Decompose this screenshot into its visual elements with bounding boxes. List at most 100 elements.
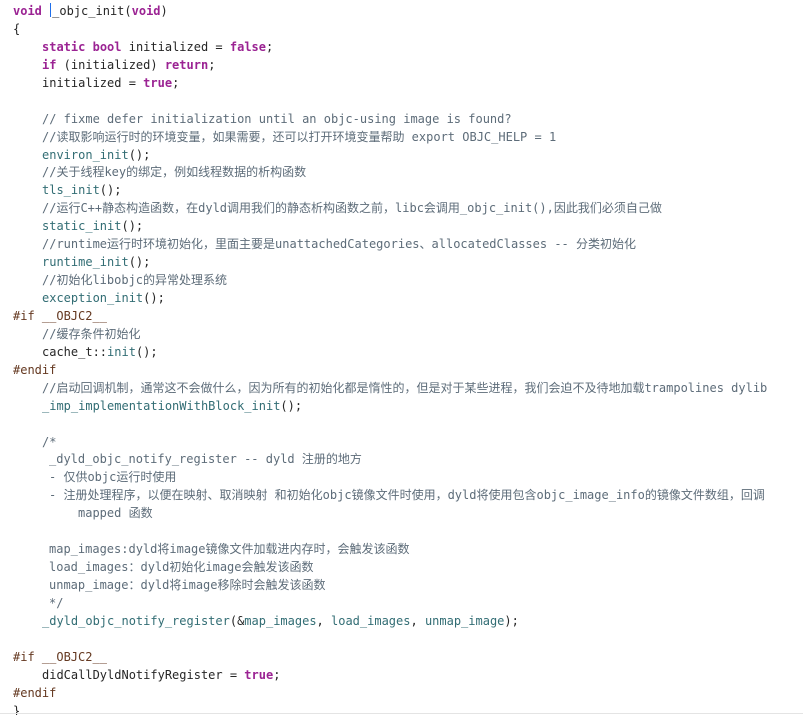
code-token-keyword: void [13,4,42,18]
editor-bottom-divider [0,713,803,714]
code-token-comment: - 仅供objc运行时使用 [49,470,177,485]
code-line[interactable]: // fixme defer initialization until an o… [13,111,798,129]
code-token-comment: */ [49,595,64,610]
code-token-keyword: return [164,57,209,72]
code-token-preproc: #endif [13,685,57,700]
code-token-keyword: true [244,667,274,682]
code-token-comment: map_images:dyld将image镜像文件加载进内存时，会触发该函数 [49,542,410,557]
code-token-func: unmap_image [424,613,505,628]
code-line[interactable]: - 仅供objc运行时使用 [13,469,798,487]
code-token-keyword: void [131,4,161,18]
code-line[interactable]: //运行C++静态构造函数，在dyld调用我们的静态析构函数之前，libc会调用… [13,200,798,218]
code-line[interactable]: load_images：dyld初始化image会触发该函数 [13,559,798,577]
code-line[interactable]: _dyld_objc_notify_register(&map_images, … [13,613,798,631]
code-line[interactable]: _imp_implementationWithBlock_init(); [13,398,798,416]
code-token-comment: //关于线程key的绑定，例如线程数据的析构函数 [42,165,307,180]
code-token-plain: { [13,21,21,36]
code-token-comment: load_images：dyld初始化image会触发该函数 [49,560,314,575]
code-line[interactable]: environ_init(); [13,147,798,165]
code-token-plain: (initialized) [56,57,165,72]
code-line[interactable] [13,523,798,541]
code-token-plain: (); [99,183,122,198]
code-line[interactable]: //初始化libobjc的异常处理系统 [13,272,798,290]
code-token-func: static_init [42,219,122,234]
code-token-plain: (); [128,147,151,162]
code-line[interactable]: if (initialized) return; [13,57,798,75]
code-token-plain: _objc_init [52,4,125,18]
code-token-plain: (); [143,291,165,305]
code-token-func: runtime_init [42,255,129,270]
code-editor[interactable]: void _objc_init(void){static bool initia… [0,0,803,715]
code-line[interactable]: exception_init(); [13,290,798,308]
code-line[interactable]: initialized = true; [13,75,798,93]
code-token-keyword: false [229,39,266,54]
code-token-func: init [107,344,136,359]
code-line[interactable]: unmap_image：dyld将image移除时会触发该函数 [13,577,798,595]
code-line[interactable]: /* [13,434,798,452]
code-line[interactable]: //缓存条件初始化 [13,326,798,344]
code-token-plain: ); [504,613,519,628]
code-line[interactable]: //关于线程key的绑定，例如线程数据的析构函数 [13,164,798,182]
code-token-func: tls_init [42,183,100,198]
code-token-plain: ) [160,4,168,18]
code-line[interactable]: #endif [13,685,798,703]
code-line[interactable]: #if __OBJC2__ [13,649,798,667]
code-token-plain: ; [266,39,274,54]
code-line[interactable]: #endif [13,362,798,380]
code-line[interactable]: //启动回调机制，通常这不会做什么，因为所有的初始化都是惰性的，但是对于某些进程… [13,380,798,398]
code-token-plain: (); [121,219,144,234]
code-token-keyword: static [42,39,86,54]
code-line[interactable]: _dyld_objc_notify_register -- dyld 注册的地方 [13,451,798,469]
code-token-comment: - 注册处理程序，以便在映射、取消映射 和初始化objc镜像文件时使用，dyld… [49,488,765,503]
code-token-plain: (); [135,344,158,359]
code-line[interactable]: map_images:dyld将image镜像文件加载进内存时，会触发该函数 [13,541,798,559]
code-token-plain: didCallDyldNotifyRegister = [42,667,245,682]
code-line[interactable]: */ [13,595,798,613]
code-token-comment: unmap_image：dyld将image移除时会触发该函数 [49,578,326,592]
code-token-plain: , [410,613,425,628]
code-line[interactable] [13,93,798,111]
code-line[interactable]: { [13,21,798,39]
code-token-keyword: if [42,57,57,72]
code-line[interactable]: static_init(); [13,218,798,236]
code-token-preproc: #endif [13,362,57,377]
code-token-comment: //缓存条件初始化 [42,326,141,341]
code-line[interactable] [13,416,798,434]
code-line[interactable]: //runtime运行时环境初始化，里面主要是unattachedCategor… [13,236,798,254]
code-line[interactable] [13,631,798,649]
code-line[interactable]: cache_t::init(); [13,344,798,362]
code-token-keyword: true [143,75,173,90]
code-token-comment: //运行C++静态构造函数，在dyld调用我们的静态析构函数之前，libc会调用… [42,201,662,216]
code-token-plain: ( [124,4,132,18]
code-token-func: _dyld_objc_notify_register [42,613,230,628]
code-token-plain: initialized = [42,75,144,90]
code-token-func: load_images [331,613,411,628]
code-token-plain: :: [92,344,108,359]
code-token-comment: //启动回调机制，通常这不会做什么，因为所有的初始化都是惰性的，但是对于某些进程… [42,380,768,395]
code-token-comment: mapped 函数 [78,506,153,521]
code-token-plain: cache_t [42,344,93,359]
code-line[interactable]: static bool initialized = false; [13,39,798,57]
code-token-func: _imp_implementationWithBlock_init [42,398,281,413]
code-token-plain: (); [280,398,303,413]
code-line[interactable]: #if __OBJC2__ [13,308,798,326]
code-token-preproc: #if __OBJC2__ [13,308,107,323]
code-token-plain: ; [273,667,281,682]
code-token-plain: (); [128,255,151,270]
code-line[interactable]: runtime_init(); [13,254,798,272]
code-token-comment: _dyld_objc_notify_register -- dyld 注册的地方 [49,452,362,467]
code-token-comment: //runtime运行时环境初始化，里面主要是unattachedCategor… [42,237,637,252]
code-lines[interactable]: void _objc_init(void){static bool initia… [13,3,798,715]
code-line[interactable]: void _objc_init(void) [13,3,798,21]
code-line[interactable]: mapped 函数 [13,505,798,523]
code-token-func: map_images [244,613,317,628]
code-line[interactable]: //读取影响运行时的环境变量，如果需要，还可以打开环境变量帮助 export O… [13,129,798,147]
code-line[interactable]: tls_init(); [13,182,798,200]
code-token-func: environ_init [42,147,129,162]
code-token-plain: ; [172,75,180,90]
code-token-comment: //读取影响运行时的环境变量，如果需要，还可以打开环境变量帮助 export O… [42,129,557,144]
code-line[interactable]: didCallDyldNotifyRegister = true; [13,667,798,685]
code-line[interactable]: - 注册处理程序，以便在映射、取消映射 和初始化objc镜像文件时使用，dyld… [13,487,798,505]
